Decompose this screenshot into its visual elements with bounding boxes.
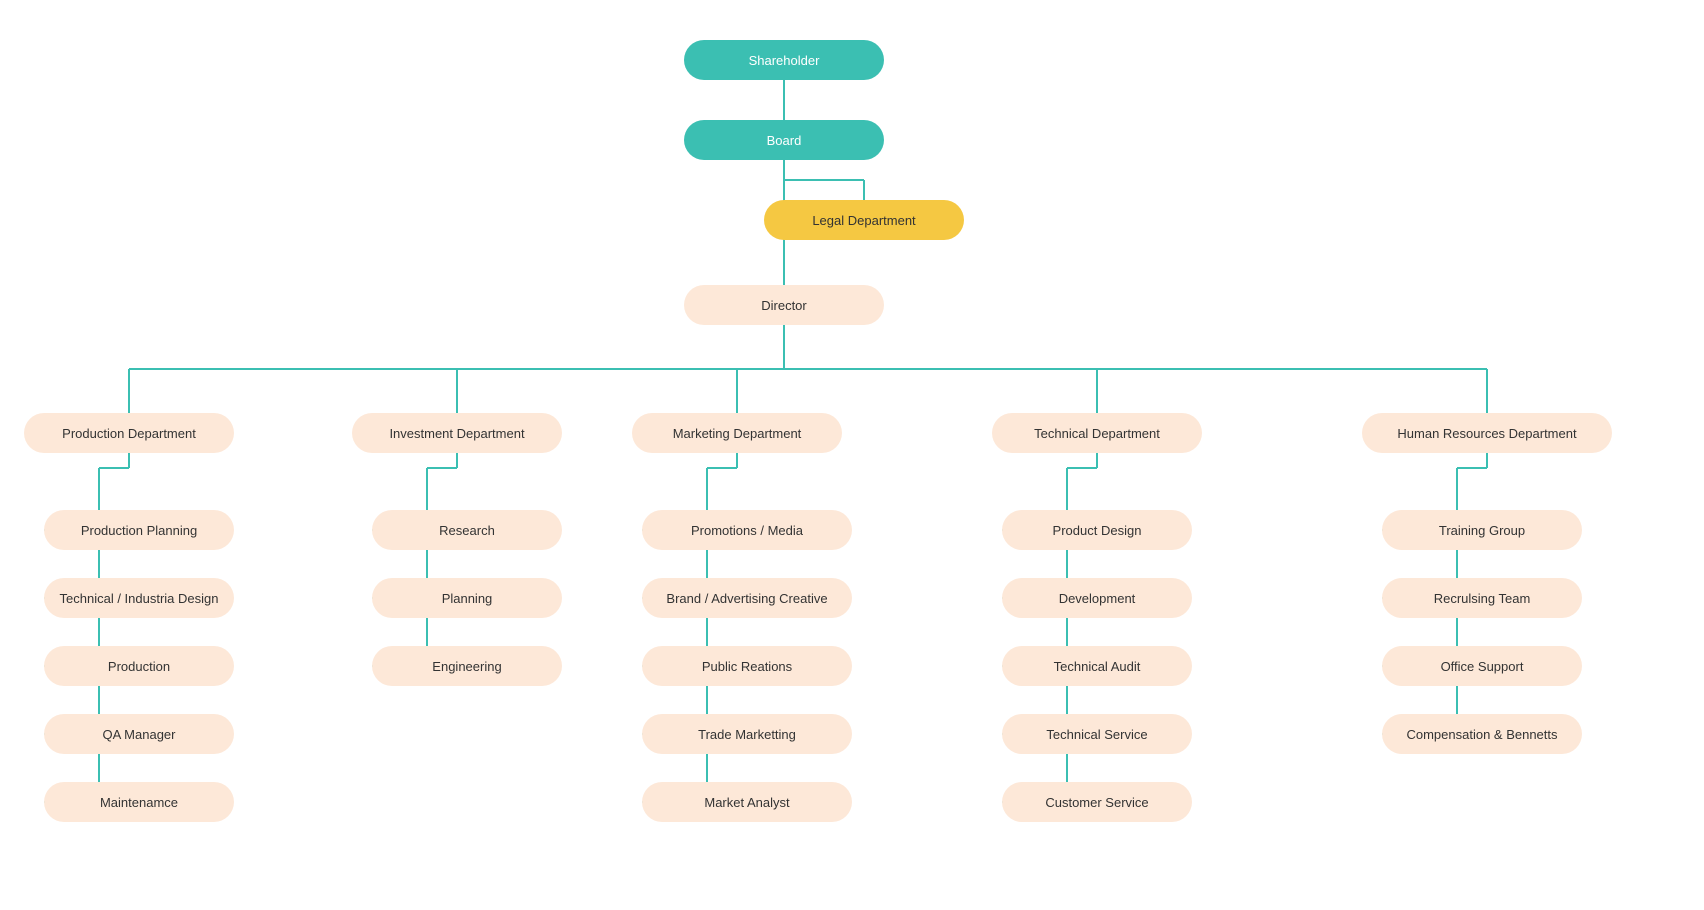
node-production: Production — [44, 646, 234, 686]
node-qa_manager: QA Manager — [44, 714, 234, 754]
node-public_rel: Public Reations — [642, 646, 852, 686]
chart-wrapper: Shareholder Board Legal Department Director… — [0, 0, 1704, 910]
node-director: Director — [684, 285, 884, 325]
node-invest_dept: Investment Department — [352, 413, 562, 453]
node-tech_dept: Technical Department — [992, 413, 1202, 453]
node-shareholder: Shareholder — [684, 40, 884, 80]
node-product_design: Product Design — [1002, 510, 1192, 550]
node-hr_dept: Human Resources Department — [1362, 413, 1612, 453]
node-customer_service: Customer Service — [1002, 782, 1192, 822]
node-promo_media: Promotions / Media — [642, 510, 852, 550]
node-recruiting: Recrulsing Team — [1382, 578, 1582, 618]
node-tech_ind: Technical / Industria Design — [44, 578, 234, 618]
node-mkt_dept: Marketing Department — [632, 413, 842, 453]
node-tech_service: Technical Service — [1002, 714, 1192, 754]
node-trade_mkt: Trade Marketting — [642, 714, 852, 754]
node-planning: Planning — [372, 578, 562, 618]
node-board: Board — [684, 120, 884, 160]
node-research: Research — [372, 510, 562, 550]
node-market_analyst: Market Analyst — [642, 782, 852, 822]
node-tech_audit: Technical Audit — [1002, 646, 1192, 686]
node-office_support: Office Support — [1382, 646, 1582, 686]
node-legal: Legal Department — [764, 200, 964, 240]
node-brand_adv: Brand / Advertising Creative — [642, 578, 852, 618]
node-prod_dept: Production Department — [24, 413, 234, 453]
node-prod_planning: Production Planning — [44, 510, 234, 550]
node-development: Development — [1002, 578, 1192, 618]
node-compensation: Compensation & Bennetts — [1382, 714, 1582, 754]
org-chart: Shareholder Board Legal Department Director… — [12, 20, 1692, 890]
node-training: Training Group — [1382, 510, 1582, 550]
node-maintenance: Maintenamce — [44, 782, 234, 822]
node-engineering: Engineering — [372, 646, 562, 686]
